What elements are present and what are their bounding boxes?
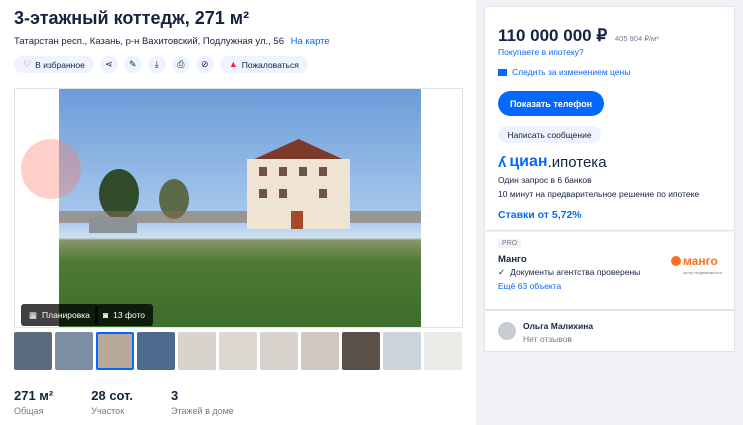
page-title: 3-этажный коттедж, 271 м² xyxy=(14,8,250,28)
share-button[interactable]: ⋖ xyxy=(99,56,118,73)
thumbnail[interactable] xyxy=(301,332,339,370)
download-icon: ⤓ xyxy=(154,59,159,69)
agency-logo[interactable]: манго центр недвижимости xyxy=(671,254,731,278)
watermark-logo xyxy=(21,139,81,199)
main-photo[interactable] xyxy=(59,89,421,327)
stat-item: 28 сот. Участок xyxy=(91,388,133,416)
price-value: 110 000 000 ₽ xyxy=(498,26,608,45)
agent-name[interactable]: Ольга Малихина xyxy=(523,321,593,331)
report-button[interactable]: ▲ Пожаловаться xyxy=(219,56,308,73)
favorite-button[interactable]: ♡ В избранное xyxy=(14,56,94,73)
house-shape xyxy=(241,133,356,229)
agency-card: PRO Манго ✓ Документы агентства проверены… xyxy=(484,232,735,310)
brand-suffix: .ипотека xyxy=(547,153,607,171)
edit-note-button[interactable]: ✎ xyxy=(123,56,142,73)
sidebar: 110 000 000 ₽ 405 904 ₽/м² Покупаете в и… xyxy=(476,0,743,425)
stat-label: Участок xyxy=(91,406,125,416)
logo-text: манго xyxy=(683,254,718,268)
thumbnail[interactable] xyxy=(137,332,175,370)
mail-icon xyxy=(498,69,507,77)
warning-icon: ▲ xyxy=(228,59,238,69)
mortgage-line2: 10 минут на предварительное решение по и… xyxy=(498,189,700,199)
eye-off-icon: ⊘ xyxy=(201,59,209,69)
download-button[interactable]: ⤓ xyxy=(147,56,166,73)
verified-label: Документы агентства проверены xyxy=(510,267,641,277)
logo-subtext: центр недвижимости xyxy=(683,270,722,275)
stat-label: Этажей в доме xyxy=(171,406,234,416)
stat-value: 271 м² xyxy=(14,388,54,403)
print-icon: ⎙ xyxy=(177,59,185,69)
key-stats: 271 м² Общая 28 сот. Участок 3 Этажей в доме xyxy=(14,388,272,416)
cian-logo-icon: ʎ xyxy=(498,153,507,171)
agent-card: Ольга Малихина Нет отзывов xyxy=(484,310,735,352)
print-button[interactable]: ⎙ xyxy=(171,56,190,73)
agency-name[interactable]: Манго xyxy=(498,254,527,265)
listing-main: 3-этажный коттедж, 271 м² Татарстан респ… xyxy=(0,0,476,425)
show-phone-button[interactable]: Показать телефон xyxy=(498,91,604,116)
photo-count: 13 фото xyxy=(113,310,146,320)
thumbnail[interactable] xyxy=(96,332,134,370)
stat-item: 3 Этажей в доме xyxy=(171,388,234,416)
rate-link[interactable]: Ставки от 5,72% xyxy=(498,209,582,221)
stat-value: 28 сот. xyxy=(91,388,134,403)
thumbnail[interactable] xyxy=(342,332,380,370)
thumbnail-strip xyxy=(14,332,462,370)
address-line: Татарстан респ., Казань, р-н Вахитовский… xyxy=(14,36,330,47)
thumbnail[interactable] xyxy=(178,332,216,370)
floorplan-icon: ▦ xyxy=(29,309,38,320)
heart-icon: ♡ xyxy=(23,59,32,69)
trailer-shape xyxy=(89,217,137,233)
follow-price-link[interactable]: Следить за изменением цены xyxy=(498,67,630,77)
photo-count-button[interactable]: ◙ 13 фото xyxy=(95,304,154,326)
logo-dot xyxy=(671,256,681,266)
stat-item: 271 м² Общая xyxy=(14,388,53,416)
thumbnail[interactable] xyxy=(55,332,93,370)
thumbnail[interactable] xyxy=(383,332,421,370)
favorite-label: В избранное xyxy=(35,59,85,70)
share-icon: ⋖ xyxy=(105,59,113,69)
check-icon: ✓ xyxy=(498,267,506,277)
address-text: Татарстан респ., Казань, р-н Вахитовский… xyxy=(14,36,284,47)
map-link[interactable]: На карте xyxy=(291,36,330,47)
cian-mortgage-brand[interactable]: ʎ циан .ипотека xyxy=(498,153,607,171)
price-per-meter: 405 904 ₽/м² xyxy=(615,34,659,43)
stat-value: 3 xyxy=(171,388,179,403)
mortgage-line1: Один запрос в 6 банков xyxy=(498,175,592,185)
thumbnail[interactable] xyxy=(219,332,257,370)
more-objects-link[interactable]: Ещё 63 объекта xyxy=(498,281,561,291)
photo-gallery[interactable]: ▦ Планировка ◙ 13 фото xyxy=(14,88,463,328)
pencil-icon: ✎ xyxy=(129,59,137,69)
follow-price-label: Следить за изменением цены xyxy=(512,67,631,77)
plan-label: Планировка xyxy=(42,310,90,320)
hide-button[interactable]: ⊘ xyxy=(195,56,214,73)
action-bar: ♡ В избранное ⋖ ✎ ⤓ ⎙ ⊘ ▲ Пожаловаться xyxy=(14,56,308,73)
price-card: 110 000 000 ₽ 405 904 ₽/м² Покупаете в и… xyxy=(484,6,736,234)
plan-button[interactable]: ▦ Планировка xyxy=(21,304,98,326)
agent-reviews: Нет отзывов xyxy=(523,334,572,344)
mortgage-question-link[interactable]: Покупаете в ипотеку? xyxy=(498,47,584,57)
avatar xyxy=(498,322,516,340)
thumbnail[interactable] xyxy=(260,332,298,370)
report-label: Пожаловаться xyxy=(241,59,299,70)
pro-badge: PRO xyxy=(498,239,522,248)
stat-label: Общая xyxy=(14,406,44,416)
thumbnail[interactable] xyxy=(424,332,462,370)
thumbnail[interactable] xyxy=(14,332,52,370)
write-message-button[interactable]: Написать сообщение xyxy=(498,126,601,143)
agency-verified: ✓ Документы агентства проверены xyxy=(498,267,640,278)
camera-icon: ◙ xyxy=(103,310,109,320)
brand-logo: циан xyxy=(509,153,548,170)
